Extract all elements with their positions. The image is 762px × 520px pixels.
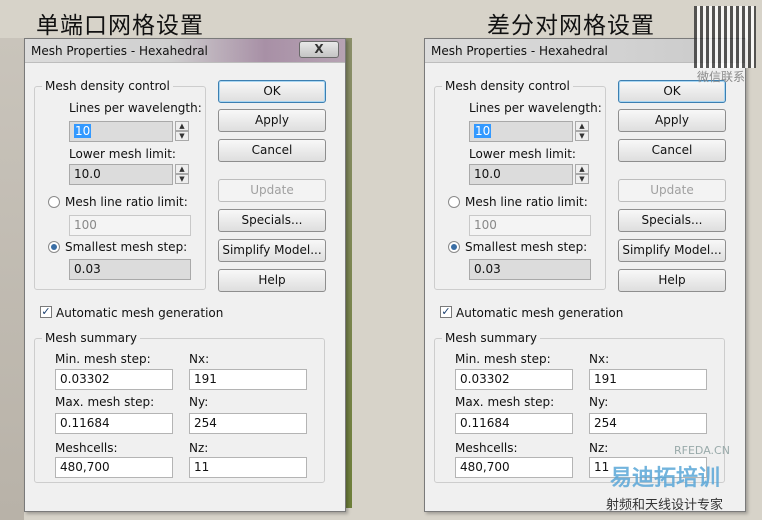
mesh-line-ratio-label: Mesh line ratio limit: xyxy=(65,195,188,209)
lines-per-wavelength-input[interactable]: 10 xyxy=(69,121,173,142)
caption-single-port: 单端口网格设置 xyxy=(36,13,204,39)
nz-label: Nz: xyxy=(589,441,609,455)
min-mesh-step-value: 0.03302 xyxy=(55,369,173,390)
specials-button[interactable]: Specials... xyxy=(218,209,326,232)
spin-down-icon[interactable]: ▼ xyxy=(175,174,189,184)
mesh-properties-dialog-single: Mesh Properties - Hexahedral X Mesh dens… xyxy=(24,38,346,512)
mesh-density-group-label: Mesh density control xyxy=(42,79,173,93)
smallest-mesh-step-radio[interactable] xyxy=(48,241,60,253)
lines-per-wavelength-value: 10 xyxy=(474,124,492,138)
smallest-mesh-step-input[interactable]: 0.03 xyxy=(69,259,191,280)
automatic-mesh-checkbox[interactable]: ✓ xyxy=(40,306,52,318)
max-mesh-step-value: 0.11684 xyxy=(455,413,573,434)
automatic-mesh-label: Automatic mesh generation xyxy=(456,306,624,320)
spin-up-icon[interactable]: ▲ xyxy=(575,121,589,131)
min-mesh-step-value: 0.03302 xyxy=(455,369,573,390)
mesh-summary-group-label: Mesh summary xyxy=(42,331,141,345)
smallest-mesh-step-input[interactable]: 0.03 xyxy=(469,259,591,280)
meshcells-label: Meshcells: xyxy=(455,441,518,455)
lines-per-wavelength-value: 10 xyxy=(74,124,92,138)
close-button[interactable]: X xyxy=(299,41,339,58)
ny-label: Ny: xyxy=(189,395,209,409)
smallest-mesh-step-label: Smallest mesh step: xyxy=(465,240,588,254)
nx-label: Nx: xyxy=(189,352,210,366)
update-button[interactable]: Update xyxy=(218,179,326,202)
lower-mesh-limit-spinner[interactable]: ▲ ▼ xyxy=(575,164,589,185)
simplify-model-button[interactable]: Simplify Model... xyxy=(618,239,726,262)
mesh-density-group-label: Mesh density control xyxy=(442,79,573,93)
watermark-site: RFEDA.CN xyxy=(674,444,730,457)
spin-down-icon[interactable]: ▼ xyxy=(175,131,189,141)
ok-button[interactable]: OK xyxy=(218,80,326,103)
lines-per-wavelength-spinner[interactable]: ▲ ▼ xyxy=(175,121,189,142)
cancel-button[interactable]: Cancel xyxy=(618,139,726,162)
ny-label: Ny: xyxy=(589,395,609,409)
mesh-line-ratio-radio[interactable] xyxy=(448,196,460,208)
dialog-title: Mesh Properties - Hexahedral xyxy=(31,44,208,58)
spin-up-icon[interactable]: ▲ xyxy=(175,121,189,131)
cancel-button[interactable]: Cancel xyxy=(218,139,326,162)
lines-per-wavelength-input[interactable]: 10 xyxy=(469,121,573,142)
min-mesh-step-label: Min. mesh step: xyxy=(455,352,551,366)
meshcells-value: 480,700 xyxy=(455,457,573,478)
background-left xyxy=(0,38,24,520)
nx-value: 191 xyxy=(189,369,307,390)
lines-per-wavelength-label: Lines per wavelength: xyxy=(69,101,202,115)
mesh-summary-group-label: Mesh summary xyxy=(442,331,541,345)
spin-down-icon[interactable]: ▼ xyxy=(575,174,589,184)
background-divider xyxy=(346,38,352,508)
apply-button[interactable]: Apply xyxy=(218,109,326,132)
smallest-mesh-step-radio[interactable] xyxy=(448,241,460,253)
max-mesh-step-label: Max. mesh step: xyxy=(455,395,555,409)
qr-code-image xyxy=(694,6,756,68)
meshcells-value: 480,700 xyxy=(55,457,173,478)
max-mesh-step-value: 0.11684 xyxy=(55,413,173,434)
spin-up-icon[interactable]: ▲ xyxy=(175,164,189,174)
automatic-mesh-checkbox[interactable]: ✓ xyxy=(440,306,452,318)
lower-mesh-limit-spinner[interactable]: ▲ ▼ xyxy=(175,164,189,185)
watermark-training: 易迪拓培训 xyxy=(610,466,721,491)
max-mesh-step-label: Max. mesh step: xyxy=(55,395,155,409)
update-button[interactable]: Update xyxy=(618,179,726,202)
smallest-mesh-step-label: Smallest mesh step: xyxy=(65,240,188,254)
nz-label: Nz: xyxy=(189,441,209,455)
lower-mesh-limit-label: Lower mesh limit: xyxy=(469,147,576,161)
help-button[interactable]: Help xyxy=(218,269,326,292)
qr-code-label: 微信联系 xyxy=(697,70,746,84)
dialog-titlebar[interactable]: Mesh Properties - Hexahedral X xyxy=(25,39,345,63)
lower-mesh-limit-input[interactable]: 10.0 xyxy=(469,164,573,185)
caption-differential-pair: 差分对网格设置 xyxy=(487,13,655,39)
meshcells-label: Meshcells: xyxy=(55,441,118,455)
mesh-properties-dialog-differential: Mesh Properties - Hexahedral Mesh densit… xyxy=(424,38,746,512)
mesh-line-ratio-input[interactable]: 100 xyxy=(469,215,591,236)
spin-up-icon[interactable]: ▲ xyxy=(575,164,589,174)
help-button[interactable]: Help xyxy=(618,269,726,292)
watermark-expert: 射频和天线设计专家 xyxy=(606,498,724,513)
dialog-title: Mesh Properties - Hexahedral xyxy=(431,44,608,58)
lines-per-wavelength-label: Lines per wavelength: xyxy=(469,101,602,115)
mesh-line-ratio-input[interactable]: 100 xyxy=(69,215,191,236)
specials-button[interactable]: Specials... xyxy=(618,209,726,232)
simplify-model-button[interactable]: Simplify Model... xyxy=(218,239,326,262)
mesh-line-ratio-label: Mesh line ratio limit: xyxy=(465,195,588,209)
min-mesh-step-label: Min. mesh step: xyxy=(55,352,151,366)
ny-value: 254 xyxy=(189,413,307,434)
ny-value: 254 xyxy=(589,413,707,434)
spin-down-icon[interactable]: ▼ xyxy=(575,131,589,141)
lines-per-wavelength-spinner[interactable]: ▲ ▼ xyxy=(575,121,589,142)
nz-value: 11 xyxy=(189,457,307,478)
apply-button[interactable]: Apply xyxy=(618,109,726,132)
nx-label: Nx: xyxy=(589,352,610,366)
lower-mesh-limit-input[interactable]: 10.0 xyxy=(69,164,173,185)
mesh-line-ratio-radio[interactable] xyxy=(48,196,60,208)
lower-mesh-limit-label: Lower mesh limit: xyxy=(69,147,176,161)
nx-value: 191 xyxy=(589,369,707,390)
automatic-mesh-label: Automatic mesh generation xyxy=(56,306,224,320)
